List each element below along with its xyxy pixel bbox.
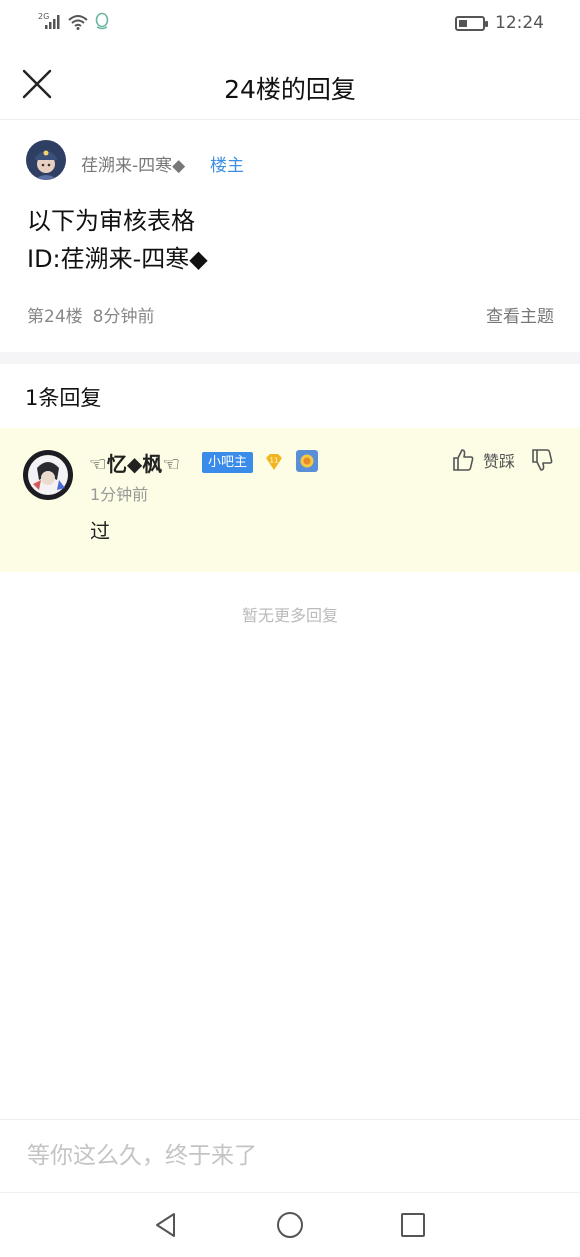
original-post: 荏溯来-四寒◆ 楼主 以下为审核表格 ID:荏溯来-四寒◆ 第24楼 8分钟前 查…: [0, 120, 580, 352]
clock: 12:24: [495, 13, 544, 33]
reply-time: 1分钟前: [90, 485, 149, 504]
post-author-name[interactable]: 荏溯来-四寒◆: [81, 151, 185, 176]
battery-icon: [455, 15, 488, 31]
level-number: 11: [270, 457, 279, 465]
like-button[interactable]: 赞踩: [451, 448, 515, 472]
network-type: 2G: [38, 12, 50, 21]
reply-input-bar: [0, 1119, 580, 1192]
battery-level: [459, 19, 467, 27]
reply-input[interactable]: [27, 1140, 547, 1172]
reply-text: 过: [90, 519, 110, 543]
view-topic-link[interactable]: 查看主题: [486, 302, 554, 327]
page-header: 24楼的回复: [0, 50, 580, 120]
post-floor: 第24楼: [27, 307, 83, 327]
level-badge-icon: 11: [266, 454, 282, 470]
recents-icon[interactable]: [400, 1211, 426, 1239]
page-title: 24楼的回复: [224, 75, 356, 104]
no-more-replies: 暂无更多回复: [241, 606, 338, 625]
post-author-avatar[interactable]: [26, 140, 66, 180]
like-label: 赞踩: [483, 452, 516, 471]
system-nav-bar: [0, 1192, 580, 1257]
owner-tag: 楼主: [210, 156, 244, 176]
section-divider: [0, 352, 580, 364]
reply-username[interactable]: ☜忆◆枫☜: [89, 448, 180, 477]
thumbs-up-icon: [453, 449, 474, 471]
post-meta: 第24楼 8分钟前: [27, 302, 154, 327]
reply-item: ☜忆◆枫☜ 小吧主 11 1分钟前 过 赞踩: [0, 428, 580, 572]
thumbs-down-icon[interactable]: [530, 448, 554, 472]
post-content-line: 以下为审核表格: [27, 207, 195, 235]
status-icons-left: 2G: [38, 12, 110, 30]
status-icons-right: 12:24: [455, 13, 544, 33]
post-content: 以下为审核表格 ID:荏溯来-四寒◆: [27, 202, 208, 278]
reply-user-avatar[interactable]: [23, 450, 73, 500]
reply-count: 1条回复: [25, 386, 102, 410]
growth-badge-icon: [296, 450, 318, 472]
role-badge: 小吧主: [202, 452, 254, 473]
post-time: 8分钟前: [92, 307, 155, 327]
back-icon[interactable]: [152, 1211, 180, 1239]
wifi-icon: [68, 15, 88, 30]
post-content-line: ID:荏溯来-四寒◆: [27, 245, 208, 273]
home-icon[interactable]: [276, 1211, 304, 1239]
qq-icon: [95, 12, 109, 30]
status-bar: 2G 12:24: [0, 0, 580, 50]
